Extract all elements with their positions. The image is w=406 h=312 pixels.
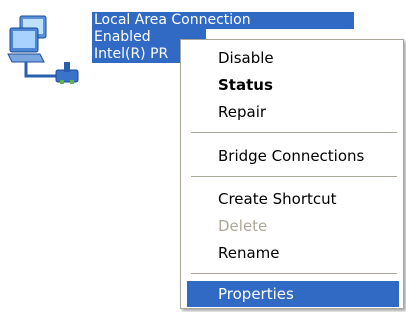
menu-item-properties[interactable]: Properties (187, 281, 399, 307)
menu-separator (191, 132, 397, 133)
menu-item-delete: Delete (218, 217, 268, 235)
context-menu: Disable Status Repair Bridge Connections… (180, 39, 404, 309)
network-connection-item[interactable]: Local Area Connection Enabled Intel(R) P… (0, 0, 354, 90)
menu-item-bridge-connections[interactable]: Bridge Connections (187, 143, 399, 169)
menu-separator (191, 273, 397, 274)
network-connection-icon (7, 15, 79, 84)
menu-item-rename[interactable]: Rename (187, 240, 399, 266)
menu-item-create-shortcut[interactable]: Create Shortcut (187, 186, 399, 212)
menu-item-repair[interactable]: Repair (187, 99, 399, 125)
connection-name: Local Area Connection (92, 12, 354, 29)
menu-separator (191, 176, 397, 177)
menu-item-status[interactable]: Status (187, 72, 399, 98)
desktop-stage: Local Area Connection Enabled Intel(R) P… (0, 0, 406, 312)
menu-item-disable[interactable]: Disable (187, 45, 399, 71)
